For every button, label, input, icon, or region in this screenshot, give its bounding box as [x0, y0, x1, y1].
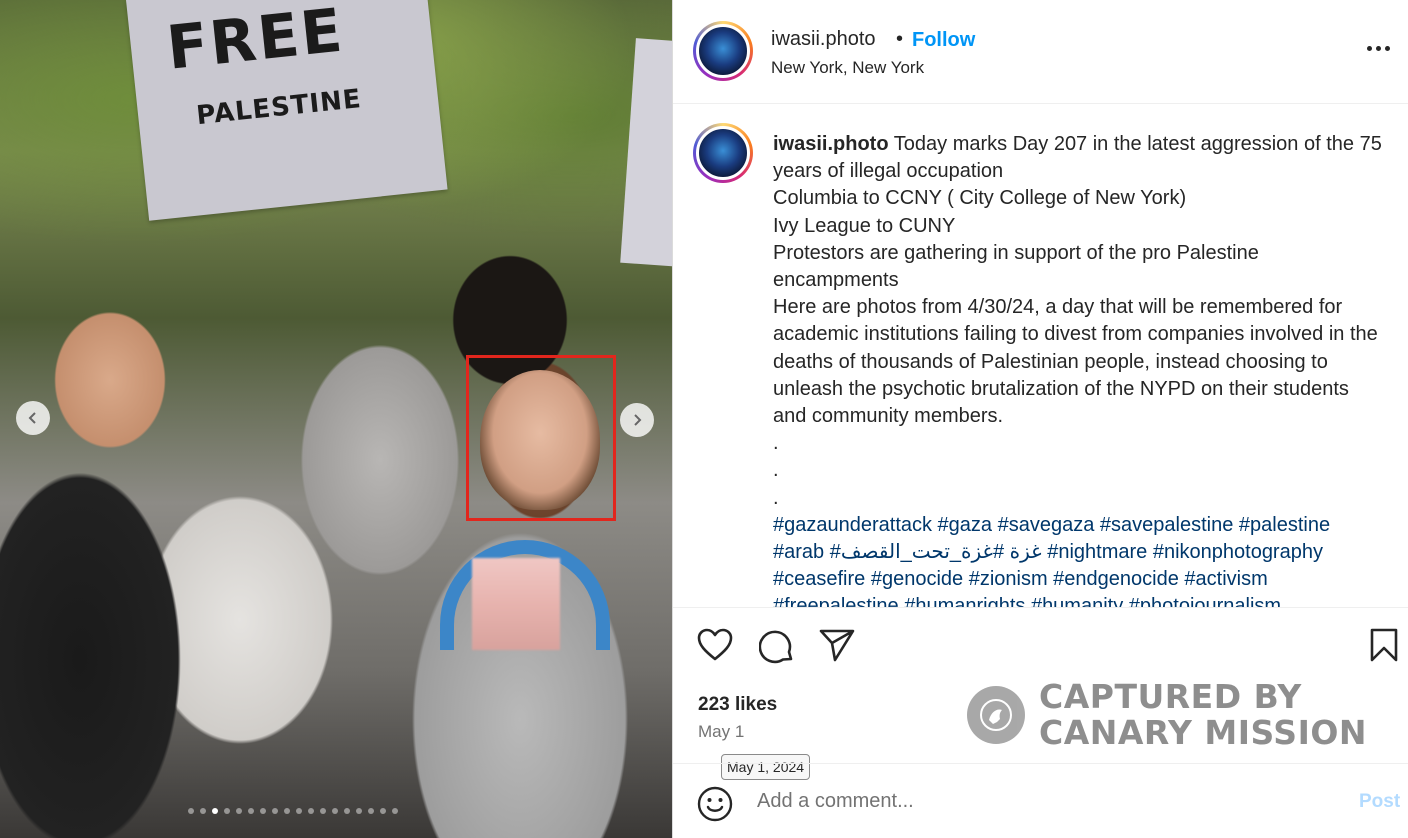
protest-sign-line1: FREE	[163, 0, 348, 84]
caption-line: .	[773, 486, 779, 509]
protest-sign: FREE PALESTINE	[126, 0, 448, 221]
chevron-right-icon	[634, 414, 642, 426]
carousel-dot	[212, 808, 218, 814]
carousel-dot	[272, 808, 278, 814]
carousel-dot	[188, 808, 194, 814]
post-header: iwasii.photo • Follow New York, New York	[673, 0, 1408, 104]
chevron-left-icon	[28, 412, 36, 424]
caption-line: Columbia to CCNY ( City College of New Y…	[773, 187, 1187, 210]
caption-hashtags[interactable]: #gazaunderattack #gaza #savegaza #savepa…	[773, 512, 1383, 607]
caption-line: .	[773, 459, 779, 482]
carousel-dot	[368, 808, 374, 814]
post-location[interactable]: New York, New York	[771, 58, 924, 78]
carousel-dot	[224, 808, 230, 814]
watermark: CAPTURED BY CANARY MISSION	[967, 677, 1368, 752]
highlight-box	[466, 355, 616, 521]
post-panel: iwasii.photo • Follow New York, New York…	[672, 0, 1408, 838]
carousel-prev-button[interactable]	[16, 401, 50, 435]
carousel-dot	[248, 808, 254, 814]
protest-sign-line2: PALESTINE	[194, 84, 363, 132]
caption-area[interactable]: iwasii.photo Today marks Day 207 in the …	[673, 105, 1408, 607]
carousel-dot	[332, 808, 338, 814]
follow-button[interactable]: Follow	[912, 29, 975, 52]
carousel-dots	[188, 808, 398, 814]
bookmark-icon[interactable]	[1369, 628, 1399, 667]
post-date[interactable]: May 1	[698, 722, 744, 742]
comment-bar: Post	[673, 763, 1408, 838]
more-options-icon[interactable]	[1367, 38, 1397, 58]
carousel-dot	[344, 808, 350, 814]
carousel-dot	[260, 808, 266, 814]
caption-line: .	[773, 432, 779, 455]
carousel-dot	[380, 808, 386, 814]
caption-username[interactable]: iwasii.photo	[773, 133, 889, 155]
author-username[interactable]: iwasii.photo	[771, 28, 876, 51]
emoji-icon[interactable]	[697, 786, 733, 827]
carousel-dot	[236, 808, 242, 814]
post-actions: 223 likes May 1 May 1, 2024 CAPTURED BY …	[673, 607, 1408, 838]
carousel-dot	[308, 808, 314, 814]
carousel-dot	[200, 808, 206, 814]
carousel-next-button[interactable]	[620, 403, 654, 437]
author-avatar[interactable]	[693, 21, 753, 81]
caption-line: Protestors are gathering in support of t…	[773, 241, 1259, 292]
watermark-line2: CANARY MISSION	[1039, 713, 1368, 752]
post-photo[interactable]: FREE PALESTINE	[0, 0, 672, 838]
caption-line: Ivy League to CUNY	[773, 214, 956, 237]
canary-bird-icon	[967, 686, 1025, 744]
like-icon[interactable]	[697, 628, 733, 667]
comment-input[interactable]	[757, 786, 1317, 816]
carousel-dot	[296, 808, 302, 814]
carousel-dot	[320, 808, 326, 814]
likes-count[interactable]: 223 likes	[698, 694, 777, 716]
photo-crowd	[0, 240, 672, 838]
carousel-dot	[356, 808, 362, 814]
watermark-line1: CAPTURED BY	[1039, 677, 1302, 716]
post-comment-button[interactable]: Post	[1359, 791, 1400, 813]
header-separator: •	[896, 28, 904, 50]
comment-icon[interactable]	[758, 629, 795, 670]
share-icon[interactable]	[819, 628, 855, 667]
caption-line: Here are photos from 4/30/24, a day that…	[773, 296, 1378, 428]
caption-text: iwasii.photo Today marks Day 207 in the …	[773, 131, 1383, 607]
carousel-dot	[392, 808, 398, 814]
caption-avatar[interactable]	[693, 123, 753, 183]
carousel-dot	[284, 808, 290, 814]
blurred-face	[472, 558, 560, 650]
